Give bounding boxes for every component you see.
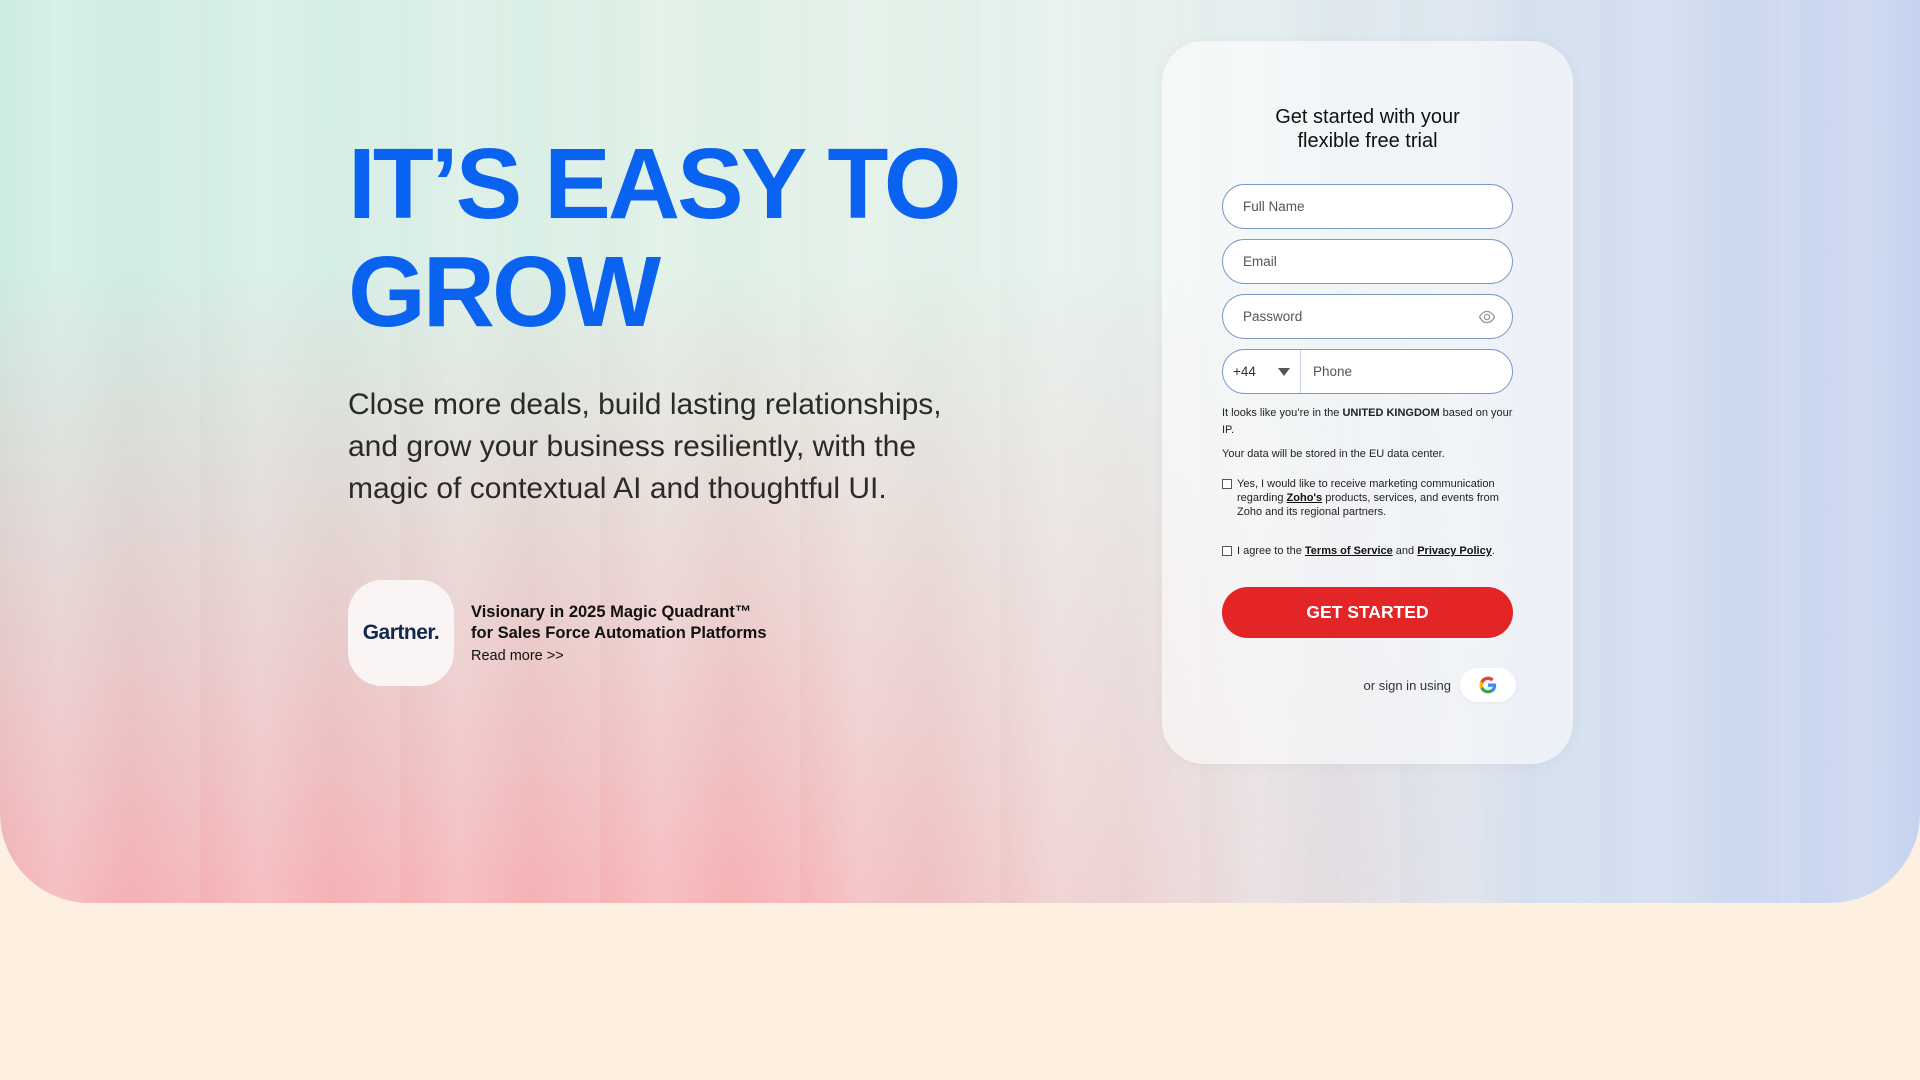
marketing-checkbox[interactable]: [1222, 479, 1232, 489]
google-icon: [1479, 676, 1497, 694]
full-name-input[interactable]: [1223, 185, 1512, 228]
data-center-note: Your data will be stored in the EU data …: [1222, 448, 1445, 460]
country-code-select[interactable]: +44: [1223, 350, 1301, 393]
gartner-title: Visionary in 2025 Magic Quadrant™ for Sa…: [471, 602, 767, 644]
get-started-button[interactable]: GET STARTED: [1222, 587, 1513, 638]
show-password-icon[interactable]: [1478, 308, 1496, 326]
zoho-link[interactable]: Zoho's: [1287, 492, 1323, 504]
gartner-text: Visionary in 2025 Magic Quadrant™ for Sa…: [471, 602, 767, 664]
hero-section: IT’S EASY TO GROW Close more deals, buil…: [0, 0, 1920, 903]
alternate-sign-in: or sign in using: [1364, 668, 1516, 702]
email-input[interactable]: [1223, 240, 1512, 283]
read-more-link[interactable]: Read more >>: [471, 648, 767, 664]
gartner-logo: Gartner.: [348, 580, 454, 686]
password-input[interactable]: [1223, 295, 1512, 338]
phone-field: +44: [1222, 349, 1513, 394]
gartner-title-line-1: Visionary in 2025 Magic Quadrant™: [471, 603, 752, 621]
terms-consent-text: I agree to the Terms of Service and Priv…: [1237, 544, 1495, 558]
chevron-down-icon: [1278, 367, 1290, 376]
location-country: UNITED KINGDOM: [1342, 407, 1440, 419]
gartner-title-line-2: for Sales Force Automation Platforms: [471, 624, 767, 642]
hero-subheading: Close more deals, build lasting relation…: [348, 388, 942, 505]
country-code-value: +44: [1233, 364, 1256, 379]
phone-input[interactable]: [1301, 350, 1512, 393]
terms-text-mid: and: [1392, 545, 1418, 557]
terms-text-pre: I agree to the: [1237, 545, 1305, 557]
privacy-policy-link[interactable]: Privacy Policy: [1417, 545, 1492, 557]
signup-title-line-1: Get started with your: [1275, 106, 1460, 128]
headline-line-2: GROW: [348, 236, 661, 348]
marketing-consent-text: Yes, I would like to receive marketing c…: [1237, 477, 1522, 519]
hero-content: IT’S EASY TO GROW Close more deals, buil…: [348, 130, 1068, 686]
page-headline: IT’S EASY TO GROW: [348, 130, 1068, 346]
terms-checkbox[interactable]: [1222, 546, 1232, 556]
terms-of-service-link[interactable]: Terms of Service: [1305, 545, 1393, 557]
alt-sign-in-label: or sign in using: [1363, 677, 1451, 693]
signup-title-line-2: flexible free trial: [1297, 130, 1438, 152]
terms-text-post: .: [1491, 545, 1495, 557]
location-note: It looks like you’re in the UNITED KINGD…: [1222, 405, 1522, 439]
google-sign-in-button[interactable]: [1460, 668, 1516, 702]
email-field: [1222, 239, 1513, 284]
marketing-consent-row: Yes, I would like to receive marketing c…: [1222, 477, 1522, 519]
location-note-pre: It looks like you’re in the: [1222, 407, 1343, 419]
password-field: [1222, 294, 1513, 339]
signup-title: Get started with your flexible free tria…: [1162, 105, 1573, 153]
gartner-badge: Gartner. Visionary in 2025 Magic Quadran…: [348, 580, 1068, 686]
full-name-field: [1222, 184, 1513, 229]
headline-line-1: IT’S EASY TO: [348, 128, 961, 240]
terms-consent-row: I agree to the Terms of Service and Priv…: [1222, 544, 1522, 558]
signup-card: Get started with your flexible free tria…: [1162, 41, 1573, 764]
